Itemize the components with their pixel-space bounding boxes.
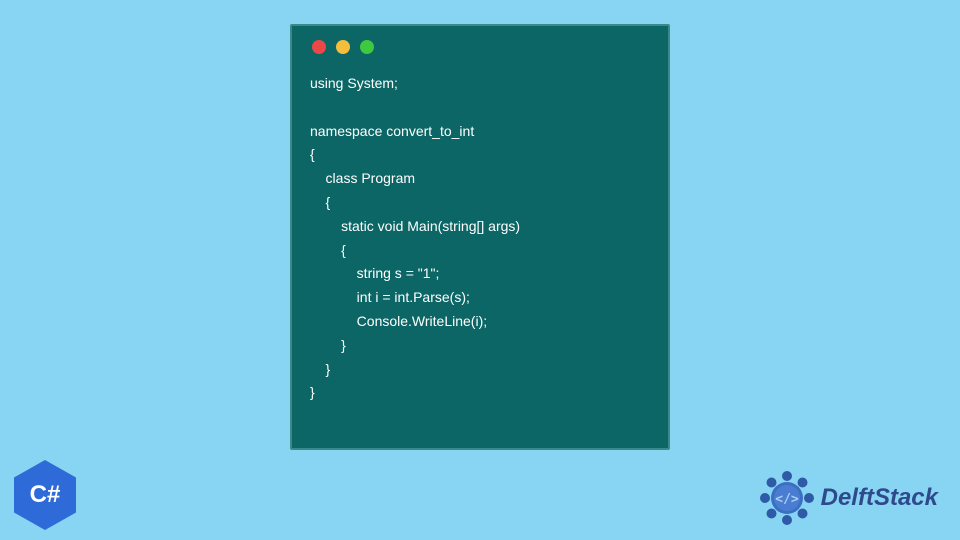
minimize-icon	[336, 40, 350, 54]
traffic-lights	[312, 40, 650, 54]
code-block: using System; namespace convert_to_int {…	[310, 72, 650, 405]
csharp-logo-text: C#	[30, 481, 61, 509]
delftstack-logo: </> DelftStack	[759, 470, 938, 526]
maximize-icon	[360, 40, 374, 54]
close-icon	[312, 40, 326, 54]
csharp-logo: C#	[14, 460, 76, 530]
delftstack-logo-text: DelftStack	[821, 484, 938, 512]
code-window: using System; namespace convert_to_int {…	[290, 24, 670, 450]
svg-text:</>: </>	[775, 492, 799, 507]
csharp-hexagon: C#	[14, 460, 76, 530]
delftstack-emblem-icon: </>	[759, 470, 815, 526]
